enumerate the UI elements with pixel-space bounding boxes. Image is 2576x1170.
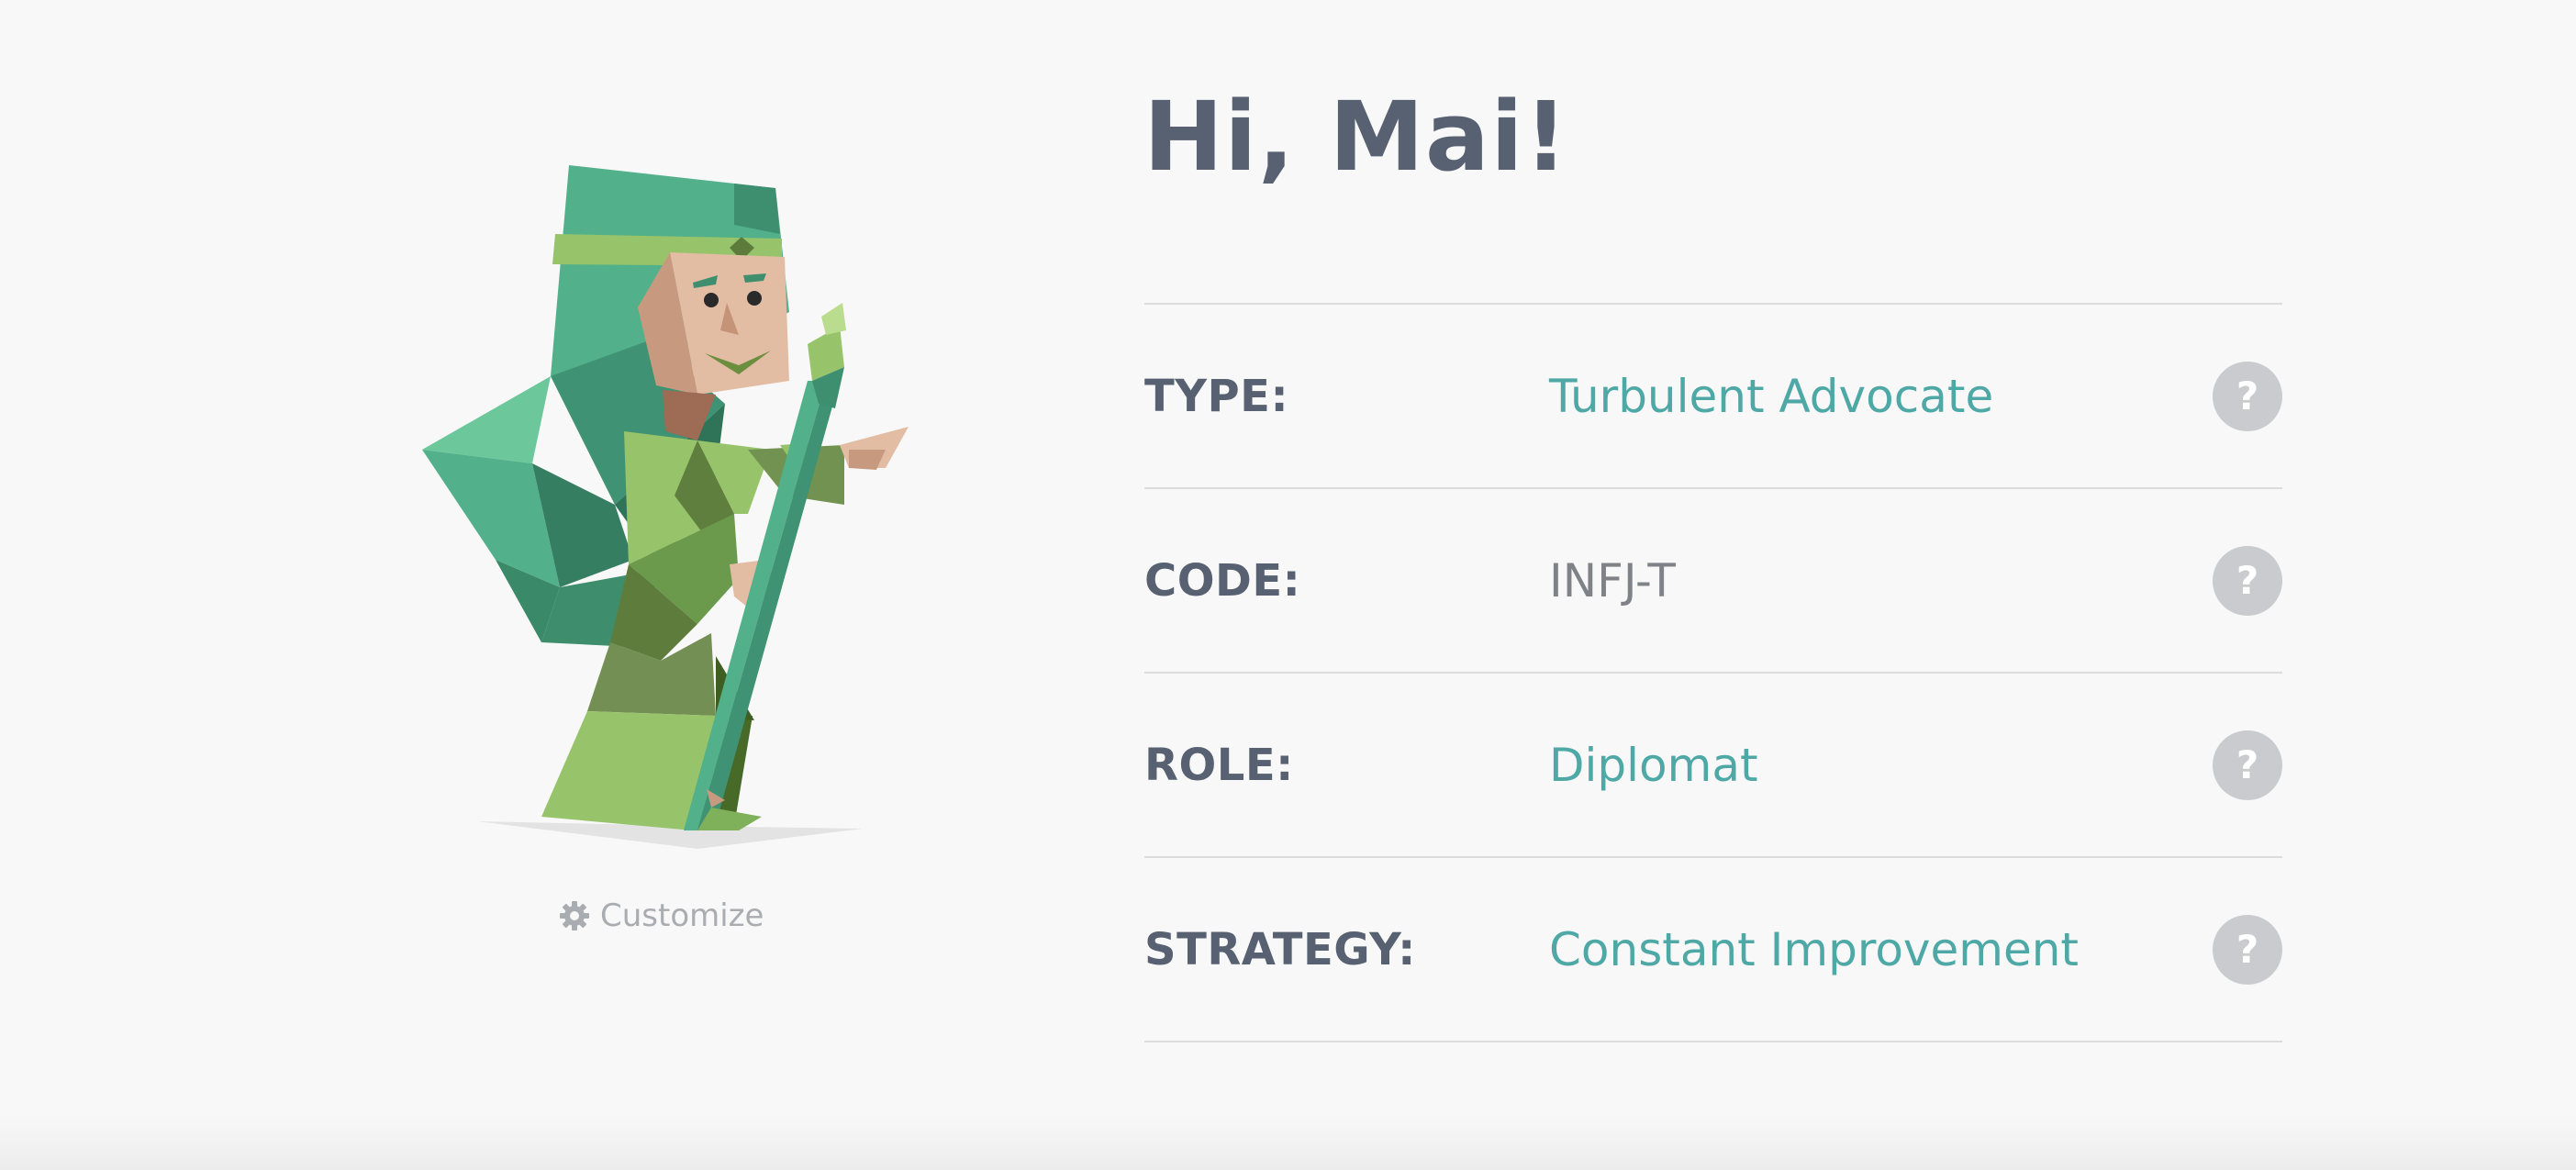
type-label: TYPE: bbox=[1144, 370, 1289, 422]
strategy-label: STRATEGY: bbox=[1144, 923, 1416, 975]
profile-row-code: CODE: INFJ-T ? bbox=[1144, 489, 2282, 674]
bottom-fade bbox=[0, 1115, 2576, 1170]
strategy-help-button[interactable]: ? bbox=[2213, 914, 2282, 985]
avatar-panel bbox=[422, 147, 918, 881]
code-help-button[interactable]: ? bbox=[2213, 545, 2282, 616]
profile-row-strategy: STRATEGY: Constant Improvement ? bbox=[1144, 858, 2282, 1042]
type-help-button[interactable]: ? bbox=[2213, 361, 2282, 431]
role-value-link[interactable]: Diplomat bbox=[1549, 739, 1758, 792]
type-value-link[interactable]: Turbulent Advocate bbox=[1549, 370, 1993, 423]
role-help-button[interactable]: ? bbox=[2213, 730, 2282, 800]
gear-icon bbox=[560, 901, 589, 930]
strategy-value-link[interactable]: Constant Improvement bbox=[1549, 923, 2079, 976]
role-label: ROLE: bbox=[1144, 739, 1294, 791]
customize-label: Customize bbox=[600, 897, 764, 934]
greeting-heading: Hi, Mai! bbox=[1143, 81, 1569, 193]
code-label: CODE: bbox=[1144, 554, 1301, 607]
personality-profile-table: TYPE: Turbulent Advocate ? CODE: INFJ-T … bbox=[1144, 303, 2282, 1042]
profile-row-type: TYPE: Turbulent Advocate ? bbox=[1144, 305, 2282, 489]
code-value: INFJ-T bbox=[1549, 553, 1676, 607]
advocate-character-illustration bbox=[422, 165, 909, 849]
profile-row-role: ROLE: Diplomat ? bbox=[1144, 674, 2282, 858]
customize-button[interactable]: Customize bbox=[558, 897, 764, 934]
